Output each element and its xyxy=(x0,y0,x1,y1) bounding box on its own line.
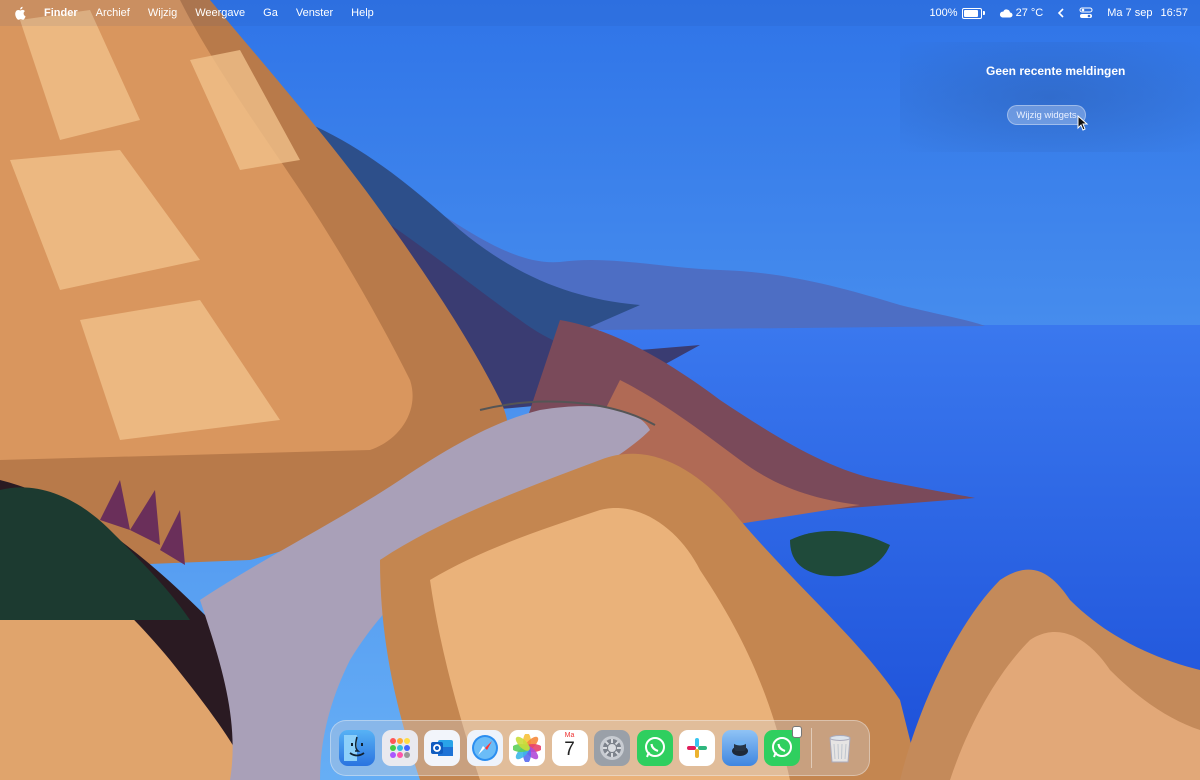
dock-separator xyxy=(810,728,812,768)
menu-bar-left: Finder Archief Wijzig Weergave Ga Venste… xyxy=(0,6,392,20)
menu-ga[interactable]: Ga xyxy=(263,7,278,19)
menu-help[interactable]: Help xyxy=(351,7,374,19)
apple-logo-icon[interactable] xyxy=(14,6,26,20)
menu-venster[interactable]: Venster xyxy=(296,7,333,19)
battery-icon xyxy=(961,7,982,19)
app-icon[interactable] xyxy=(721,730,758,766)
trash-icon[interactable] xyxy=(822,730,858,766)
menu-bar-right: 100% 27 °C Ma 7 sep 16:57 xyxy=(915,0,1188,26)
weather-status[interactable]: 27 °C xyxy=(999,7,1044,19)
slack-icon[interactable] xyxy=(679,730,715,766)
calendar-day-label: Ma xyxy=(564,732,575,739)
calendar-icon[interactable]: Ma 7 xyxy=(551,730,588,766)
whatsapp-icon[interactable] xyxy=(764,726,802,766)
control-center-icon[interactable] xyxy=(1079,7,1093,19)
whatsapp-icon[interactable] xyxy=(636,730,673,766)
menu-bar: Finder Archief Wijzig Weergave Ga Venste… xyxy=(0,0,1200,26)
notification-empty-title: Geen recente meldingen xyxy=(986,64,1126,78)
cloud-icon xyxy=(999,9,1013,18)
menu-time[interactable]: 16:57 xyxy=(1160,7,1188,19)
calendar-date-label: 7 xyxy=(564,739,575,760)
edit-widgets-button[interactable]: Wijzig widgets xyxy=(1007,105,1086,125)
safari-icon[interactable] xyxy=(466,730,503,766)
battery-percent: 100% xyxy=(929,7,958,19)
mouse-pointer-icon xyxy=(1077,115,1089,131)
menu-archief[interactable]: Archief xyxy=(96,7,130,19)
photos-icon[interactable] xyxy=(509,730,545,766)
menu-app-name[interactable]: Finder xyxy=(44,7,78,19)
finder-icon[interactable] xyxy=(339,730,375,766)
notification-center xyxy=(900,42,1200,152)
menu-wijzig[interactable]: Wijzig xyxy=(148,7,177,19)
battery-fill xyxy=(963,9,978,17)
battery-status[interactable]: 100% xyxy=(929,7,985,19)
menu-date[interactable]: Ma 7 sep xyxy=(1107,7,1152,19)
dock: Ma 7 xyxy=(330,720,870,776)
menu-weergave[interactable]: Weergave xyxy=(195,7,245,19)
weather-temperature: 27 °C xyxy=(1015,7,1044,19)
launchpad-icon[interactable] xyxy=(381,730,418,766)
settings-gear-icon[interactable] xyxy=(594,730,630,766)
chevron-left-icon[interactable] xyxy=(1057,8,1065,18)
app-status-badge xyxy=(792,726,802,738)
outlook-icon[interactable] xyxy=(424,730,460,766)
battery-tip xyxy=(982,11,985,15)
